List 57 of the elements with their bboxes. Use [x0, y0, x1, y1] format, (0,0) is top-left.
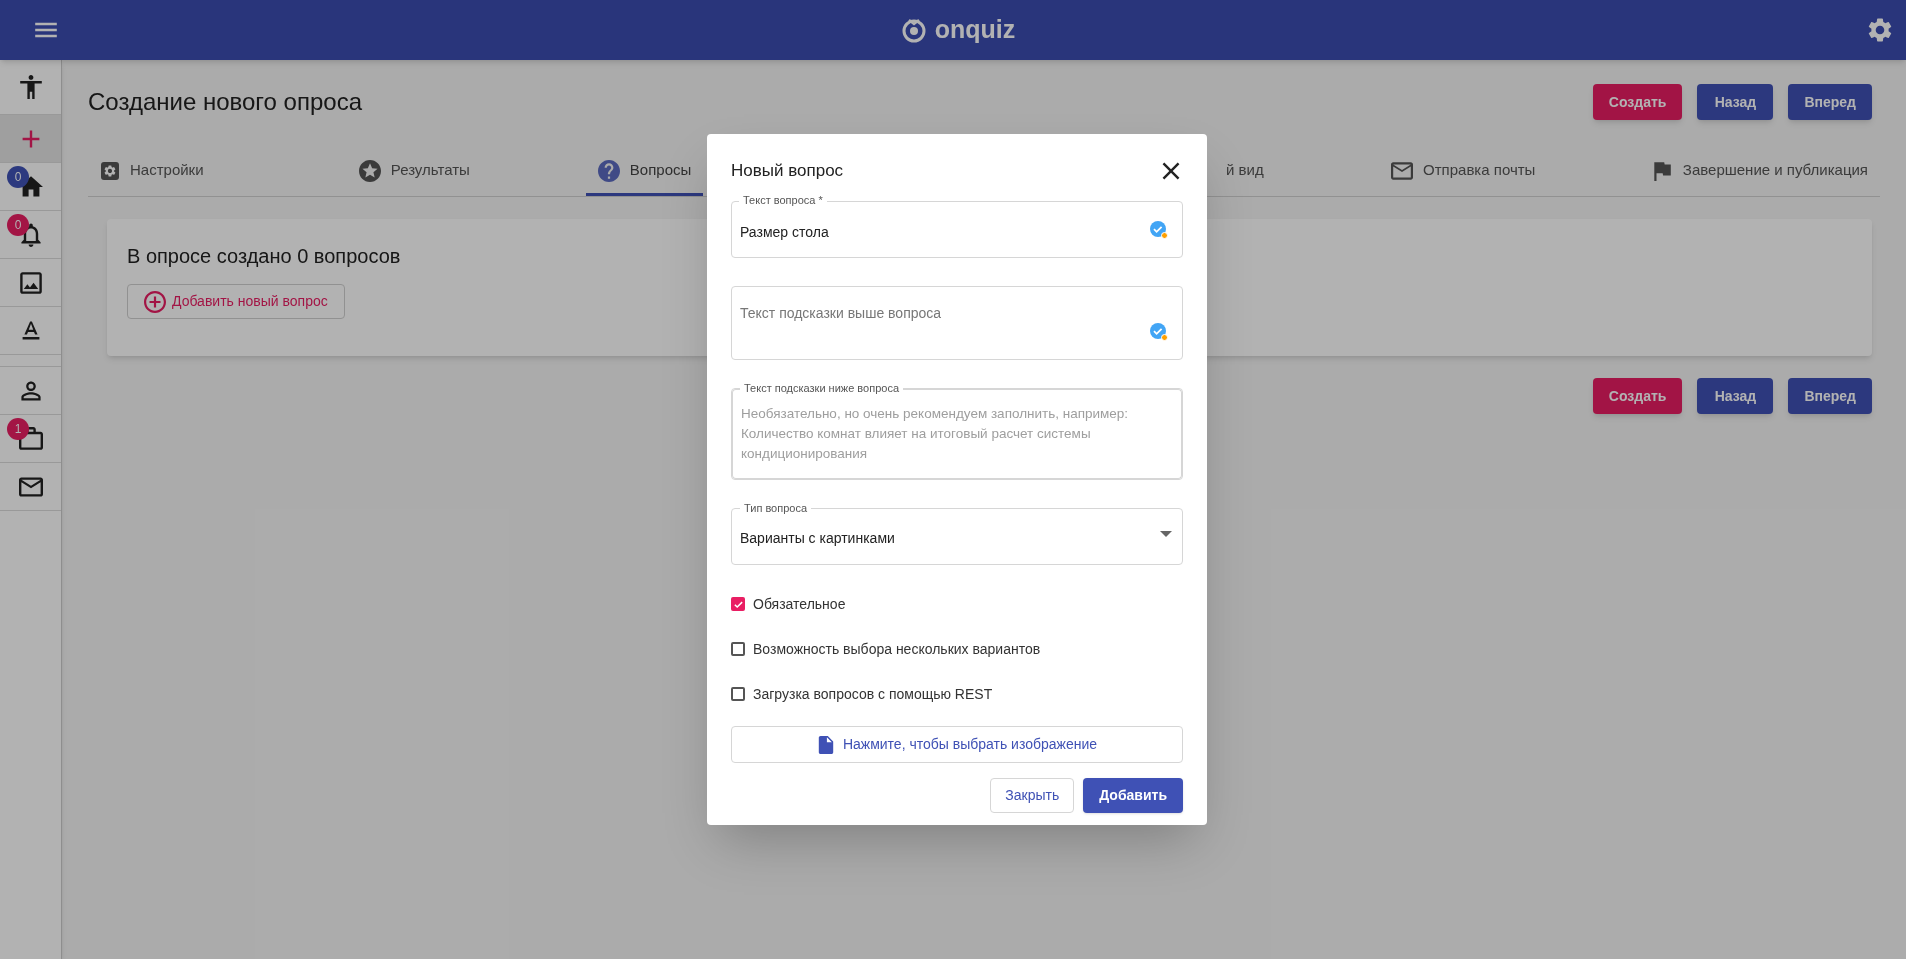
text-field[interactable]: Текст подсказки выше вопроса: [731, 286, 1183, 360]
accessibility-icon: [18, 75, 43, 99]
dropdown-caret-icon: [1160, 531, 1172, 538]
checkbox[interactable]: [731, 597, 745, 611]
page-title: Создание нового опроса: [88, 87, 363, 117]
logo-text: onquiz: [934, 14, 1016, 46]
tab[interactable]: й вид: [1214, 148, 1276, 196]
close-button[interactable]: Закрыть: [990, 778, 1075, 813]
file-select-button[interactable]: Нажмите, чтобы выбрать изображение: [731, 726, 1183, 763]
nav-button[interactable]: Вперед: [1788, 84, 1872, 120]
checkbox-label: Загрузка вопросов с помощью REST: [753, 684, 993, 704]
logo-icon: [900, 17, 927, 43]
checkbox[interactable]: [731, 642, 745, 656]
create-button[interactable]: Создать: [1592, 378, 1683, 414]
add-button[interactable]: Добавить: [1083, 778, 1183, 813]
field-label: Текст подсказки ниже вопроса: [740, 381, 903, 395]
field-label: Тип вопроса: [740, 501, 812, 515]
checkbox-label: Возможность выбора нескольких вариантов: [753, 639, 1041, 659]
tab[interactable]: Завершение и публикация: [1638, 148, 1880, 196]
sidebar-item[interactable]: 0: [0, 211, 61, 259]
create-button[interactable]: Создать: [1592, 84, 1683, 120]
mail-icon: [18, 474, 43, 499]
nav-button[interactable]: Назад: [1697, 378, 1774, 414]
star-icon: [358, 159, 381, 182]
textarea-field[interactable]: Необязательно, но очень рекомендуем заполнить, например: Количество комнат влияет на итоговый расчет системы кондиционирования: [732, 396, 1182, 479]
sidebar-item[interactable]: [0, 367, 61, 415]
card-heading: В опросе создано 0 вопросов: [127, 244, 402, 269]
question-icon: [597, 159, 620, 182]
dialog-title: Новый вопрос: [731, 160, 844, 183]
notification-badge: 0: [7, 214, 29, 236]
file-icon: [816, 734, 835, 755]
mail-icon: [1391, 159, 1414, 182]
field-label: Текст вопроса *: [739, 193, 827, 207]
sidebar-item[interactable]: [0, 307, 61, 355]
tab[interactable]: Настройки: [88, 148, 216, 196]
sidebar-item[interactable]: [0, 60, 61, 115]
nav-button[interactable]: Назад: [1697, 84, 1774, 120]
sidebar-item[interactable]: 1: [0, 415, 61, 463]
tab[interactable]: Вопросы: [585, 148, 704, 196]
checkbox-label: Обязательное: [753, 594, 846, 614]
sidebar-item[interactable]: 0: [0, 163, 61, 211]
image-icon: [18, 270, 43, 295]
check-badge-icon: [1149, 219, 1169, 240]
person-icon: [18, 378, 43, 403]
settings-icon[interactable]: [1868, 18, 1892, 42]
check-badge-icon: [1149, 322, 1169, 342]
settings-icon: [100, 160, 120, 181]
checkbox[interactable]: [731, 687, 745, 701]
notification-badge: 1: [7, 418, 29, 440]
notification-badge: 0: [7, 166, 29, 188]
add-question-button[interactable]: Добавить новый вопрос: [127, 284, 345, 319]
sidebar-item[interactable]: [0, 259, 61, 307]
select-value: Варианты с картинками: [740, 529, 895, 548]
sidebar-item[interactable]: [0, 463, 61, 511]
tab[interactable]: Отправка почты: [1379, 148, 1548, 196]
tab[interactable]: Результаты: [346, 148, 482, 196]
nav-button[interactable]: Вперед: [1788, 378, 1872, 414]
